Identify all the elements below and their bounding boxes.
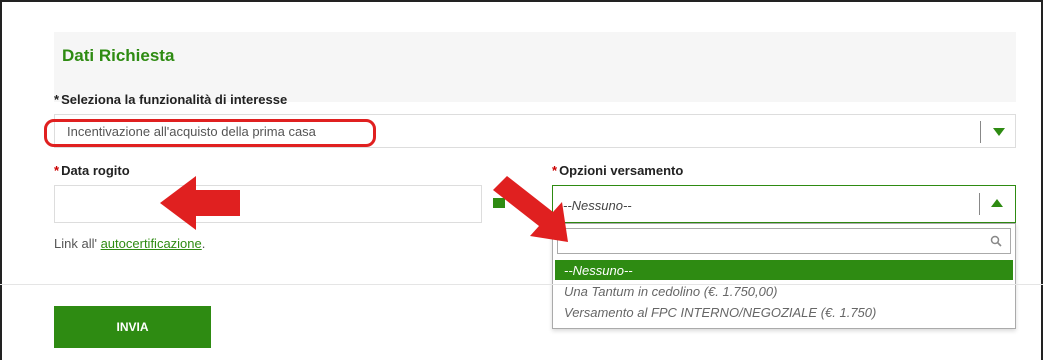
opzioni-label-text: Opzioni versamento (559, 163, 684, 178)
divider (0, 284, 1043, 285)
dropdown-search[interactable] (557, 228, 1011, 254)
arrow-annotation-icon (493, 176, 568, 242)
required-mark: * (54, 163, 60, 178)
dropdown-option[interactable]: --Nessuno-- (555, 260, 1013, 280)
link-prefix: Link all' (54, 236, 97, 251)
dropdown-option[interactable]: Versamento al FPC INTERNO/NEGOZIALE (€. … (555, 302, 1013, 322)
opzioni-select[interactable]: --Nessuno-- (552, 185, 1016, 223)
funzionalita-label-text: Seleziona la funzionalità di interesse (61, 92, 288, 107)
search-icon (990, 235, 1002, 247)
opzioni-label: * Opzioni versamento (552, 163, 683, 178)
select-separator (979, 193, 980, 215)
annotation-highlight (44, 119, 376, 147)
chevron-up-icon[interactable] (991, 199, 1003, 207)
select-separator (980, 121, 981, 143)
data-rogito-input[interactable] (54, 185, 482, 223)
opzioni-dropdown: --Nessuno-- Una Tantum in cedolino (€. 1… (552, 223, 1016, 329)
autocertificazione-link[interactable]: autocertificazione (101, 236, 202, 251)
link-suffix: . (201, 236, 206, 251)
data-rogito-label: * Data rogito (54, 163, 130, 178)
arrow-annotation-icon (160, 176, 240, 230)
funzionalita-label: * Seleziona la funzionalità di interesse (54, 92, 287, 107)
chevron-down-icon[interactable] (993, 128, 1005, 136)
data-rogito-label-text: Data rogito (61, 163, 130, 178)
autocertificazione-line: Link all' autocertificazione. (54, 236, 205, 251)
dropdown-search-input[interactable] (562, 230, 982, 252)
invia-button[interactable]: INVIA (54, 306, 211, 348)
required-mark: * (54, 92, 60, 107)
opzioni-value: --Nessuno-- (563, 198, 632, 213)
section-title: Dati Richiesta (62, 46, 175, 65)
